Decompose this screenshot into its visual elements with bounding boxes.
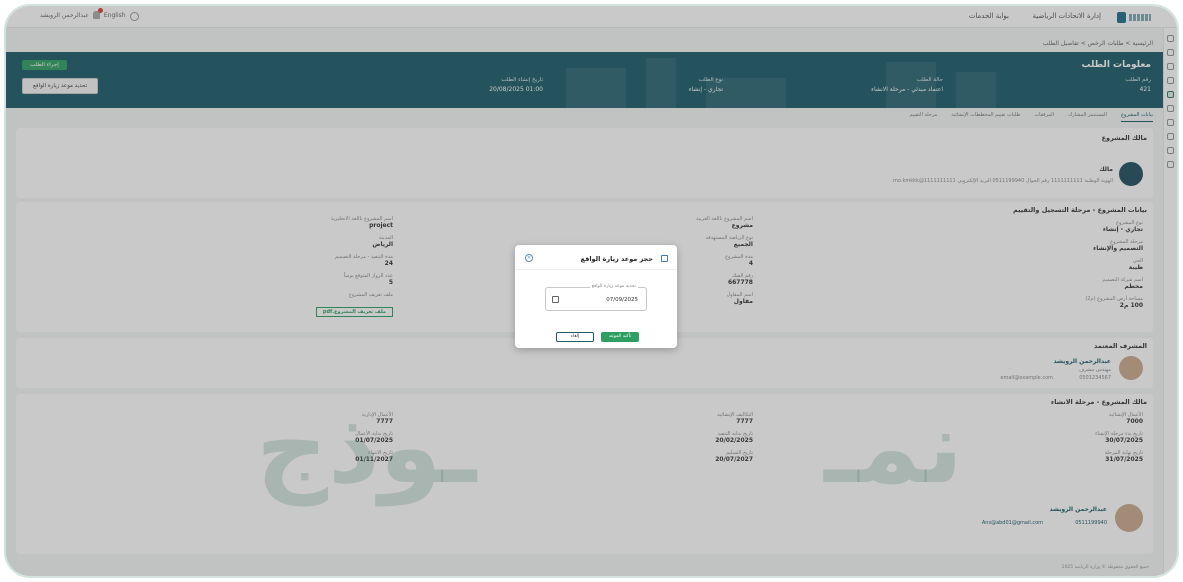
visit-date-field[interactable]: تحديد موعد زيارة الواقع 07/09/2025: [545, 284, 647, 311]
date-field-label: تحديد موعد زيارة الواقع: [589, 284, 638, 289]
date-picker-icon[interactable]: [552, 296, 559, 303]
visit-booking-modal: حجز موعد زيارة الواقع × تحديد موعد زيارة…: [515, 245, 677, 348]
modal-divider: [515, 269, 677, 270]
close-icon[interactable]: ×: [525, 254, 533, 262]
confirm-button[interactable]: تأكيد الموعد: [601, 332, 639, 342]
cancel-button[interactable]: إلغاء: [556, 332, 594, 342]
date-field-value: 07/09/2025: [606, 297, 638, 303]
modal-title: حجز موعد زيارة الواقع: [580, 255, 653, 263]
calendar-icon: [661, 255, 668, 262]
app-window: إدارة الاتحادات الرياضية بوابة الخدمات E…: [4, 4, 1179, 578]
